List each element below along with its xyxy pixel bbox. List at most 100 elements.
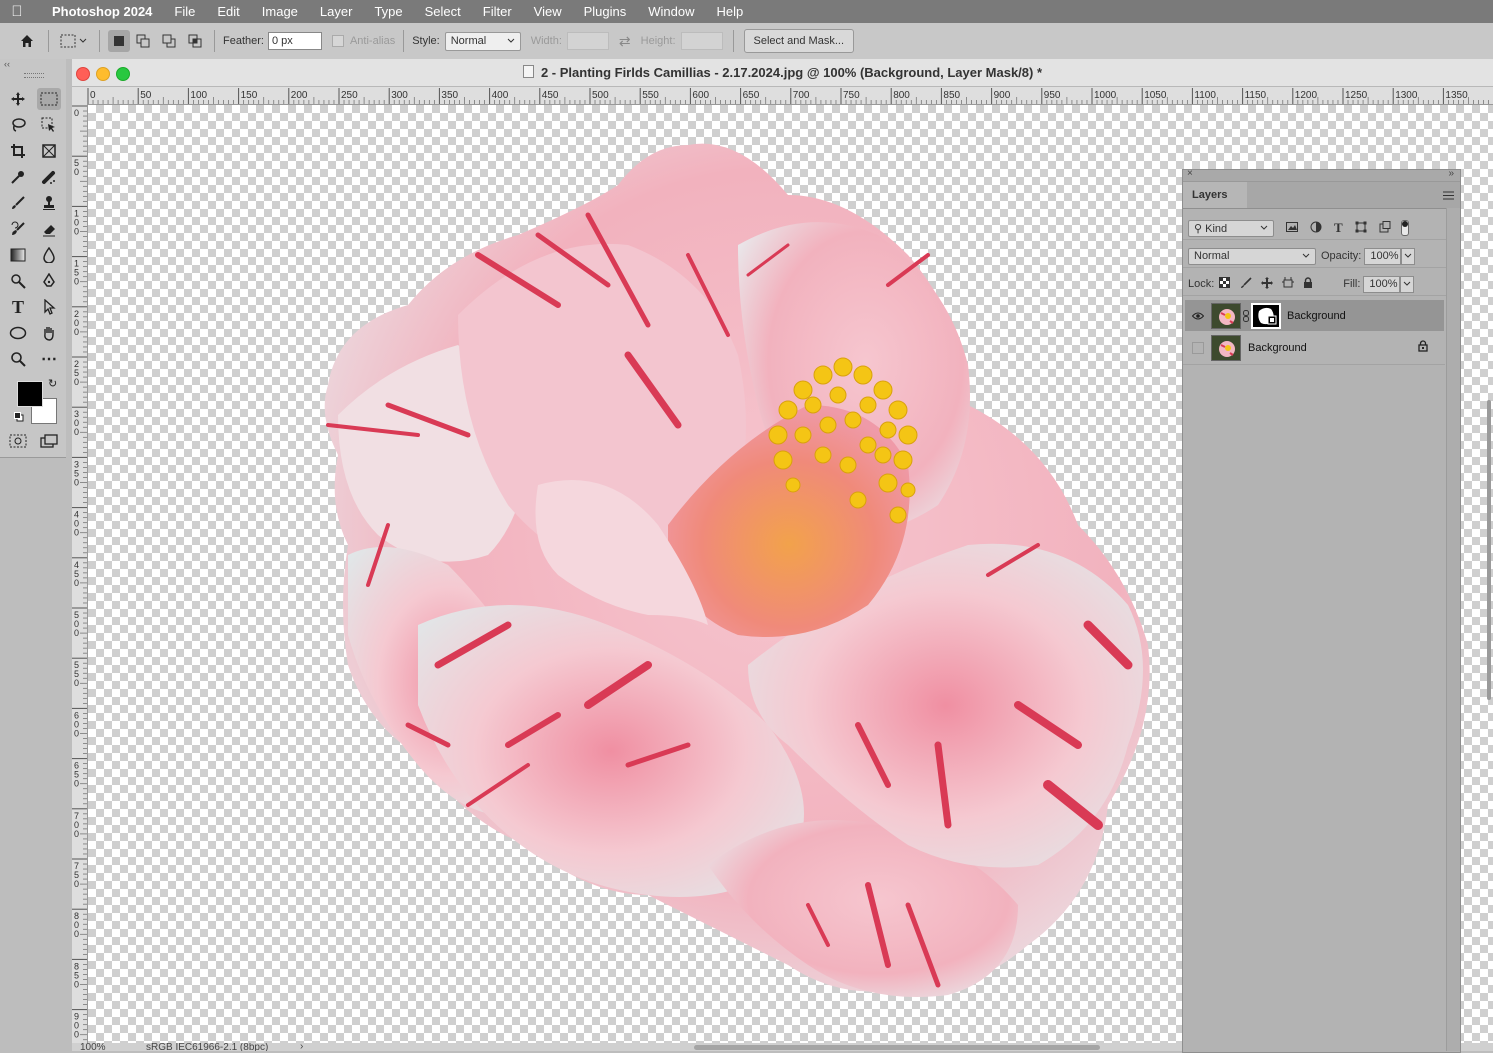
lock-transparent-icon[interactable] [1219,277,1231,291]
layers-list-divider [1183,364,1445,365]
menu-layer[interactable]: Layer [320,4,353,19]
height-input[interactable] [680,32,723,50]
menu-window[interactable]: Window [648,4,694,19]
vertical-scrollbar[interactable] [1487,400,1491,700]
horizontal-scrollbar[interactable] [694,1045,1100,1050]
layer-thumbnail[interactable] [1211,334,1241,361]
dodge-tool-icon[interactable] [6,270,30,292]
menu-edit[interactable]: Edit [217,4,239,19]
foreground-color-swatch[interactable] [17,381,43,407]
ruler-label: 900 [994,90,1011,101]
object-selection-tool-icon[interactable] [37,114,61,136]
brush-tool-icon[interactable] [6,192,30,214]
style-dropdown[interactable]: Normal [444,31,521,51]
fill-slider-toggle[interactable] [1400,275,1415,293]
visibility-toggle[interactable] [1185,341,1211,354]
default-colors-icon[interactable] [14,411,24,422]
type-tool-icon[interactable]: T [6,296,30,318]
menu-filter[interactable]: Filter [483,4,512,19]
layers-panel-scroll-track[interactable] [1446,208,1460,1051]
close-panel-icon[interactable]: × [1187,168,1193,179]
new-selection-icon[interactable] [108,30,130,52]
anti-alias-checkbox[interactable] [331,35,344,47]
link-icon[interactable] [1242,309,1250,322]
panel-menu-icon[interactable] [1443,189,1454,203]
more-tools-icon[interactable]: ⋯ [37,348,61,370]
menu-help[interactable]: Help [717,4,744,19]
swap-colors-icon[interactable]: ↻ [48,377,57,390]
vertical-ruler[interactable]: 0 50 100 150 200 250 300 350 400 450 500 550 600 650 7… [72,104,88,1051]
subtract-selection-icon[interactable] [156,30,182,52]
opacity-input[interactable]: 100% [1364,247,1402,265]
ruler-label: 50 [74,158,79,177]
filter-adjustment-icon[interactable] [1310,221,1322,236]
blur-tool-icon[interactable] [37,244,61,266]
menu-file[interactable]: File [174,4,195,19]
panel-grip[interactable] [24,73,44,78]
apple-icon[interactable]:  [0,3,34,20]
status-arrow-icon[interactable]: › [300,1043,303,1051]
eyedropper-tool-icon[interactable] [6,166,30,188]
eye-icon[interactable] [1185,312,1211,320]
zoom-level[interactable]: 100% [80,1043,106,1051]
hand-tool-icon[interactable] [37,322,61,344]
home-icon[interactable] [16,30,38,52]
screen-mode-icon[interactable] [37,430,61,452]
history-brush-tool-icon[interactable] [6,218,30,240]
add-selection-icon[interactable] [130,30,156,52]
menu-type[interactable]: Type [374,4,402,19]
layer-row[interactable]: Background [1185,332,1444,363]
tab-layers[interactable]: Layers [1183,182,1247,208]
marquee-preset-icon[interactable] [59,30,91,52]
move-tool-icon[interactable] [6,88,30,110]
document-tab[interactable]: 2 - Planting Firlds Camillias - 2.17.202… [72,59,1493,87]
lock-position-icon[interactable] [1261,276,1274,292]
clone-stamp-tool-icon[interactable] [37,192,61,214]
layer-mask-thumbnail[interactable] [1251,302,1281,329]
app-name-menu[interactable]: Photoshop 2024 [52,4,152,19]
filter-toggle-icon[interactable] [1400,220,1409,236]
select-and-mask-button[interactable]: Select and Mask... [743,29,855,53]
quick-mask-icon[interactable] [6,430,30,452]
layer-name[interactable]: Background [1248,342,1307,354]
lock-artboard-icon[interactable] [1282,276,1295,292]
filter-shape-icon[interactable] [1355,221,1367,236]
gradient-tool-icon[interactable] [6,244,30,266]
fill-input[interactable]: 100% [1363,275,1401,293]
swap-icon[interactable]: ⇄ [619,33,631,50]
filter-type-icon[interactable]: T [1334,220,1343,236]
ruler-label: 1300 [1395,90,1418,101]
spot-healing-brush-icon[interactable] [37,166,61,188]
pen-tool-icon[interactable] [37,270,61,292]
crop-tool-icon[interactable] [6,140,30,162]
zoom-tool-icon[interactable] [6,348,30,370]
collapse-panel-icon[interactable]: » [1448,168,1454,179]
lock-pixels-icon[interactable] [1240,276,1252,292]
intersect-selection-icon[interactable] [182,30,208,52]
layers-tab-bar: Layers [1183,182,1460,209]
filter-smart-object-icon[interactable] [1379,220,1391,236]
layer-row[interactable]: Background [1185,300,1444,331]
menu-select[interactable]: Select [425,4,461,19]
width-input[interactable] [566,32,609,50]
rectangular-marquee-tool-icon[interactable] [37,88,61,110]
path-selection-tool-icon[interactable] [37,296,61,318]
panel-collapse-icon[interactable]: ‹‹ [4,59,10,69]
filter-pixel-icon[interactable] [1286,221,1298,235]
layer-thumbnail[interactable] [1211,302,1241,329]
layer-name[interactable]: Background [1287,310,1346,322]
blend-mode-dropdown[interactable]: Normal [1188,247,1316,265]
feather-input[interactable]: 0 px [267,32,322,50]
frame-tool-icon[interactable] [37,140,61,162]
menu-image[interactable]: Image [262,4,298,19]
filter-kind-dropdown[interactable]: ⚲ Kind [1188,219,1274,237]
menu-plugins[interactable]: Plugins [584,4,627,19]
lasso-tool-icon[interactable] [6,114,30,136]
menu-view[interactable]: View [534,4,562,19]
ruler-label: 550 [642,90,659,101]
eraser-tool-icon[interactable] [37,218,61,240]
horizontal-ruler[interactable]: 0 50 100 150 200 250 300 350 400 450 500 550 600 650 7… [72,87,1493,105]
lock-all-icon[interactable] [1303,276,1313,292]
opacity-slider-toggle[interactable] [1401,247,1416,265]
ellipse-tool-icon[interactable] [6,322,30,344]
